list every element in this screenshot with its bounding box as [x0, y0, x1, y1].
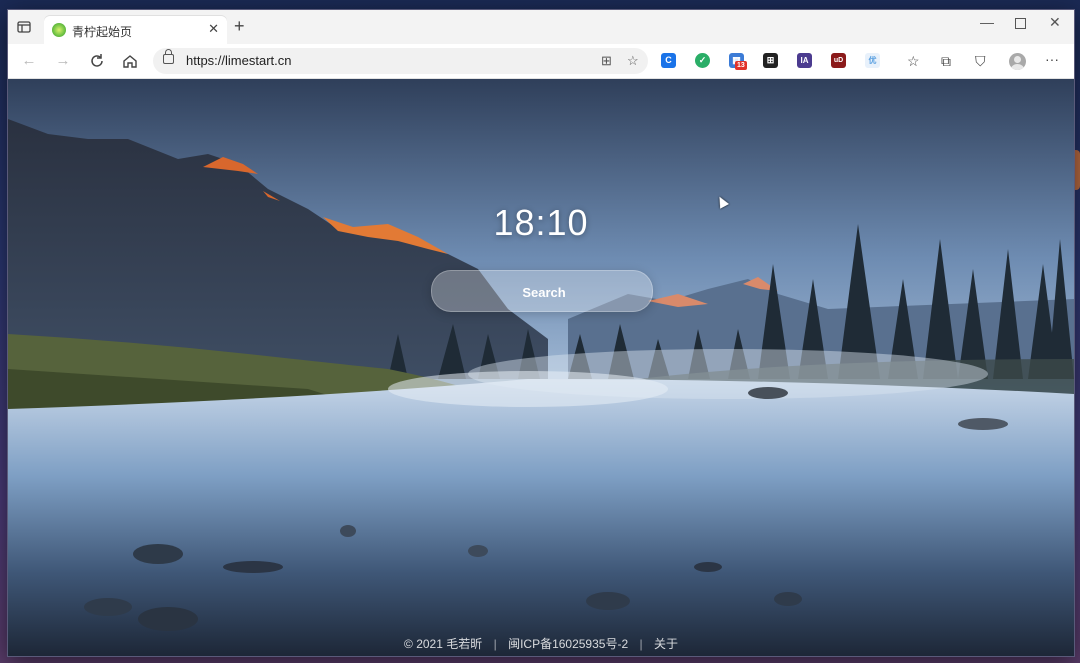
extension-badge: 13	[735, 61, 747, 70]
home-icon[interactable]	[121, 52, 139, 70]
start-page: 18:10 © 2021 毛若昕 | 闽ICP备16025935号-2 | 关于	[8, 79, 1074, 656]
ublock-extension-icon[interactable]: uD	[831, 53, 846, 68]
tab-manager-extension-icon[interactable]: ▦ 13	[729, 53, 747, 70]
maximize-button[interactable]	[1015, 18, 1026, 29]
url-text[interactable]: https://limestart.cn	[186, 53, 291, 68]
wechat-extension-icon[interactable]: ✓	[695, 53, 710, 68]
search-input[interactable]	[432, 271, 656, 313]
about-link[interactable]: 关于	[654, 637, 678, 651]
page-footer: © 2021 毛若昕 | 闽ICP备16025935号-2 | 关于	[8, 635, 1074, 652]
clock-display: 18:10	[493, 202, 589, 243]
cube-extension-icon[interactable]: ⊞	[763, 53, 778, 68]
tab-strip: 青柠起始页 ✕ + — ✕	[8, 10, 1074, 44]
window-close-button[interactable]: ✕	[1049, 14, 1061, 31]
address-bar[interactable]: https://limestart.cn ⊞ ☆	[153, 48, 648, 74]
app-available-icon[interactable]: ⊞	[601, 53, 612, 69]
footer-separator: |	[639, 637, 643, 651]
new-tab-button[interactable]: +	[234, 17, 245, 35]
profile-avatar-icon[interactable]	[1009, 53, 1026, 70]
more-menu-icon[interactable]: ···	[1045, 51, 1059, 67]
back-button[interactable]: ←	[20, 52, 38, 70]
minimize-button[interactable]: —	[980, 14, 994, 30]
refresh-icon[interactable]	[88, 52, 106, 70]
collections-icon[interactable]: ⧉	[941, 53, 951, 69]
icp-link[interactable]: 闽ICP备16025935号-2	[508, 637, 628, 651]
tab-title: 青柠起始页	[72, 25, 133, 39]
copyright-text: © 2021 毛若昕	[404, 637, 483, 651]
browser-toolbar: ← → https://limestart.cn ⊞ ☆ C ✓ ▦ 13 ⊞ I…	[8, 44, 1074, 79]
lime-favicon-icon	[52, 23, 66, 37]
footer-separator: |	[493, 637, 497, 651]
tab-active[interactable]: 青柠起始页 ✕	[44, 16, 227, 44]
tab-close-icon[interactable]: ✕	[208, 21, 219, 37]
browser-essentials-icon[interactable]: ⛉	[975, 53, 986, 69]
lock-icon[interactable]	[163, 49, 174, 64]
tab-actions-icon[interactable]	[16, 19, 32, 35]
forward-button[interactable]: →	[54, 52, 72, 70]
translate-extension-icon[interactable]: 优	[865, 53, 880, 68]
ia-extension-icon[interactable]: IA	[797, 53, 812, 68]
browser-window: 青柠起始页 ✕ + — ✕ ← → https://limestart.cn ⊞…	[7, 9, 1075, 657]
add-favorite-icon[interactable]: ☆	[627, 53, 639, 69]
search-box[interactable]	[431, 270, 656, 313]
favorites-icon[interactable]: ☆	[907, 53, 920, 69]
edge-extension-icon[interactable]: C	[661, 53, 676, 68]
landscape-background	[8, 79, 1074, 656]
